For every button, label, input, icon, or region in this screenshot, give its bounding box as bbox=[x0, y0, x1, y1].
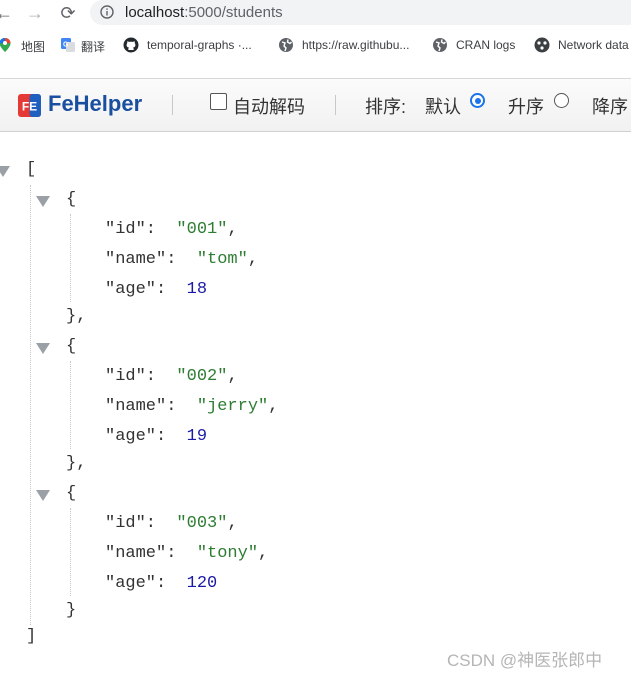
bookmark-label: temporal-graphs ·... bbox=[147, 38, 252, 52]
url-host: localhost bbox=[125, 4, 185, 21]
sort-descending-label[interactable]: 降序 bbox=[592, 93, 628, 119]
object-open-brace: { bbox=[66, 337, 77, 356]
indent-guide bbox=[70, 508, 71, 596]
bookmark-label: https://raw.githubu... bbox=[302, 38, 410, 52]
sort-default-label[interactable]: 默认 bbox=[425, 93, 461, 119]
json-value: "002" bbox=[176, 367, 228, 386]
svg-text:G: G bbox=[63, 42, 69, 49]
json-key: "age": bbox=[105, 427, 187, 446]
json-property-age: "age": 18 bbox=[105, 280, 207, 299]
json-property-id: "id": "002", bbox=[105, 367, 238, 386]
back-arrow-icon[interactable]: ← bbox=[0, 3, 14, 23]
bookmark-label: 翻译 bbox=[81, 40, 106, 54]
object-close-brace: } bbox=[66, 601, 77, 620]
translate-icon: G bbox=[61, 38, 75, 52]
fehelper-logo-icon: FE bbox=[18, 94, 41, 117]
json-key: "name": bbox=[105, 544, 197, 563]
json-comma: , bbox=[268, 397, 279, 416]
object-close-brace: }, bbox=[66, 454, 87, 473]
json-key: "age": bbox=[105, 574, 187, 593]
json-value: 120 bbox=[186, 574, 218, 593]
sort-label: 排序: bbox=[365, 97, 407, 117]
json-property-age: "age": 19 bbox=[105, 427, 207, 446]
sort-default-radio[interactable] bbox=[470, 93, 485, 108]
auto-decode-checkbox[interactable] bbox=[210, 93, 227, 110]
json-comma: , bbox=[258, 544, 269, 563]
json-comma: , bbox=[227, 514, 238, 533]
collapse-object-icon[interactable] bbox=[36, 196, 50, 207]
bookmarks-bar: 地图 G 翻译 temporal-graphs ·... https://raw… bbox=[0, 31, 631, 59]
github-icon bbox=[123, 37, 139, 53]
address-bar-row: ← → ⟳ localhost:5000/students bbox=[0, 0, 631, 26]
json-property-name: "name": "tony", bbox=[105, 544, 268, 563]
collapse-array-icon[interactable] bbox=[0, 166, 10, 177]
json-value: "001" bbox=[176, 220, 228, 239]
toolbar-divider bbox=[172, 95, 173, 115]
json-property-name: "name": "jerry", bbox=[105, 397, 278, 416]
collapse-object-icon[interactable] bbox=[36, 490, 50, 501]
json-property-age: "age": 120 bbox=[105, 574, 217, 593]
indent-guide bbox=[70, 361, 71, 449]
globe-icon bbox=[433, 38, 447, 52]
json-value: "003" bbox=[176, 514, 228, 533]
json-comma: , bbox=[247, 250, 259, 269]
json-property-id: "id": "001", bbox=[105, 220, 238, 239]
auto-decode-label[interactable]: 自动解码 bbox=[233, 93, 305, 119]
collapse-object-icon[interactable] bbox=[36, 343, 50, 354]
omnibox[interactable]: localhost:5000/students bbox=[90, 0, 631, 25]
fehelper-toolbar: FE FeHelper 自动解码 排序: 默认 升序 降序 bbox=[0, 78, 631, 132]
object-open-brace: { bbox=[66, 190, 77, 209]
bookmark-label: 地图 bbox=[21, 40, 46, 54]
sort-ascending-radio[interactable] bbox=[554, 93, 569, 108]
object-close-brace: }, bbox=[66, 307, 87, 326]
json-key: "id": bbox=[105, 514, 177, 533]
logo-text: FE bbox=[22, 100, 37, 114]
json-viewer: [ {"id": "001", "name": "tom", "age": 18},… bbox=[0, 140, 631, 660]
json-key: "name": bbox=[105, 250, 197, 269]
globe-icon bbox=[279, 38, 293, 52]
indent-guide bbox=[30, 185, 31, 625]
network-icon bbox=[534, 37, 550, 53]
json-value: 18 bbox=[186, 280, 208, 299]
url-text[interactable]: localhost:5000/students bbox=[125, 4, 283, 21]
json-value: 19 bbox=[186, 427, 208, 446]
bookmark-label: CRAN logs bbox=[456, 38, 516, 52]
object-open-brace: { bbox=[66, 484, 77, 503]
array-open-bracket: [ bbox=[26, 160, 37, 179]
toolbar-divider bbox=[335, 95, 336, 115]
json-value: "tom" bbox=[196, 250, 248, 269]
json-key: "name": bbox=[105, 397, 197, 416]
json-value: "tony" bbox=[196, 544, 259, 563]
json-key: "id": bbox=[105, 220, 177, 239]
url-path: :5000/students bbox=[184, 4, 283, 21]
array-close-bracket: ] bbox=[26, 627, 37, 646]
indent-guide bbox=[70, 214, 71, 302]
fehelper-title: FeHelper bbox=[48, 91, 143, 116]
bookmark-label: Network data bbox=[558, 38, 629, 52]
reload-icon[interactable]: ⟳ bbox=[58, 3, 78, 23]
json-property-name: "name": "tom", bbox=[105, 250, 258, 269]
maps-pin-icon bbox=[0, 38, 11, 52]
json-comma: , bbox=[227, 367, 238, 386]
csdn-watermark: CSDN @神医张郎中 bbox=[447, 651, 603, 670]
json-value: "jerry" bbox=[196, 397, 269, 416]
json-comma: , bbox=[227, 220, 238, 239]
forward-arrow-icon[interactable]: → bbox=[25, 3, 45, 23]
json-key: "age": bbox=[105, 280, 187, 299]
info-icon[interactable] bbox=[100, 5, 114, 19]
json-property-id: "id": "003", bbox=[105, 514, 238, 533]
json-key: "id": bbox=[105, 367, 177, 386]
sort-ascending-label[interactable]: 升序 bbox=[508, 93, 544, 119]
